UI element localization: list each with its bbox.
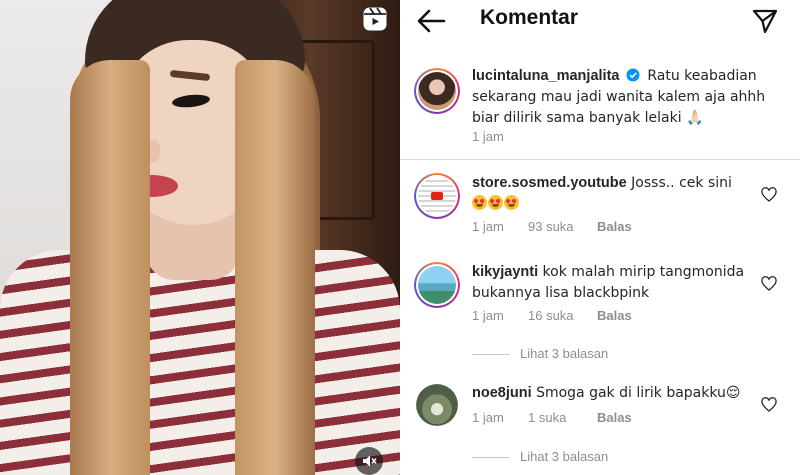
page-title: Komentar — [480, 6, 579, 29]
heart-eyes-emoji-icon — [472, 195, 487, 210]
heart-eyes-emoji-icon — [504, 195, 519, 210]
comment-body: store.sosmed.youtube Josss.. cek sini — [472, 173, 772, 215]
comment-likes[interactable]: 16 suka — [528, 308, 574, 323]
reels-icon[interactable] — [362, 6, 388, 32]
caption-text-line1: Ratu keabadian — [647, 68, 757, 84]
striped-shirt — [0, 250, 400, 475]
caption-time: 1 jam — [472, 129, 504, 144]
comment-emojis — [472, 194, 772, 215]
caption: lucintaluna_manjalita Ratu keabadian sek… — [472, 66, 792, 129]
comment-avatar[interactable] — [414, 262, 460, 308]
comment-body: kikyjaynti kok malah mirip tangmonida bu… — [472, 262, 772, 304]
reply-button[interactable]: Balas — [597, 410, 632, 425]
comment-username[interactable]: store.sosmed.youtube — [472, 175, 627, 191]
hair-front-right — [235, 60, 315, 475]
comment-time: 1 jam — [472, 308, 504, 323]
comment-avatar[interactable] — [414, 173, 460, 219]
replies-line — [472, 457, 510, 459]
comment-likes[interactable]: 93 suka — [528, 219, 574, 234]
speaker-muted-icon[interactable] — [355, 447, 383, 475]
reply-button[interactable]: Balas — [597, 308, 632, 323]
caption-username[interactable]: lucintaluna_manjalita — [472, 68, 619, 84]
arrow-left-icon[interactable] — [416, 8, 446, 34]
comment-meta: 1 jam 1 suka Balas — [472, 410, 672, 426]
comment-text: Josss.. cek sini — [631, 175, 732, 191]
comment-username[interactable]: kikyjaynti — [472, 264, 538, 280]
hair-front-left — [70, 60, 150, 475]
caption-text-line3: biar dilirik sama banyak lelaki 🙏🏻 — [472, 110, 704, 126]
divider — [400, 159, 800, 160]
paper-plane-icon[interactable] — [752, 8, 778, 34]
header: Komentar — [400, 0, 800, 42]
view-replies-button[interactable]: Lihat 3 balasan — [472, 449, 608, 464]
comment-text: Smoga gak di lirik bapakku😌 — [536, 385, 741, 401]
comment-meta: 1 jam 16 suka Balas — [472, 308, 672, 324]
view-replies-label: Lihat 3 balasan — [520, 346, 609, 361]
comment-likes[interactable]: 1 suka — [528, 410, 566, 425]
comment-username[interactable]: noe8juni — [472, 385, 532, 401]
verified-badge-icon — [626, 68, 640, 82]
view-replies-button[interactable]: Lihat 3 balasan — [472, 346, 608, 361]
reel-video[interactable] — [0, 0, 400, 475]
comments-panel: Komentar lucintaluna_manjalita Ratu keab… — [400, 0, 800, 475]
comment-meta: 1 jam 93 suka Balas — [472, 219, 672, 235]
comment-time: 1 jam — [472, 410, 504, 425]
view-replies-label: Lihat 3 balasan — [520, 449, 609, 464]
reply-button[interactable]: Balas — [597, 219, 632, 234]
heart-eyes-emoji-icon — [488, 195, 503, 210]
comment-time: 1 jam — [472, 219, 504, 234]
caption-text-line2: sekarang mau jadi wanita kalem aja ahhh — [472, 89, 766, 105]
comment-avatar[interactable] — [416, 384, 458, 426]
caption-avatar[interactable] — [414, 68, 460, 114]
heart-icon[interactable] — [761, 397, 777, 413]
replies-line — [472, 354, 510, 356]
comment-text-line2: bukannya lisa blackbpink — [472, 285, 650, 301]
heart-icon[interactable] — [761, 276, 777, 292]
comment-body: noe8juni Smoga gak di lirik bapakku😌 — [472, 383, 772, 404]
comment-text-line1: kok malah mirip tangmonida — [542, 264, 745, 280]
heart-icon[interactable] — [761, 187, 777, 203]
